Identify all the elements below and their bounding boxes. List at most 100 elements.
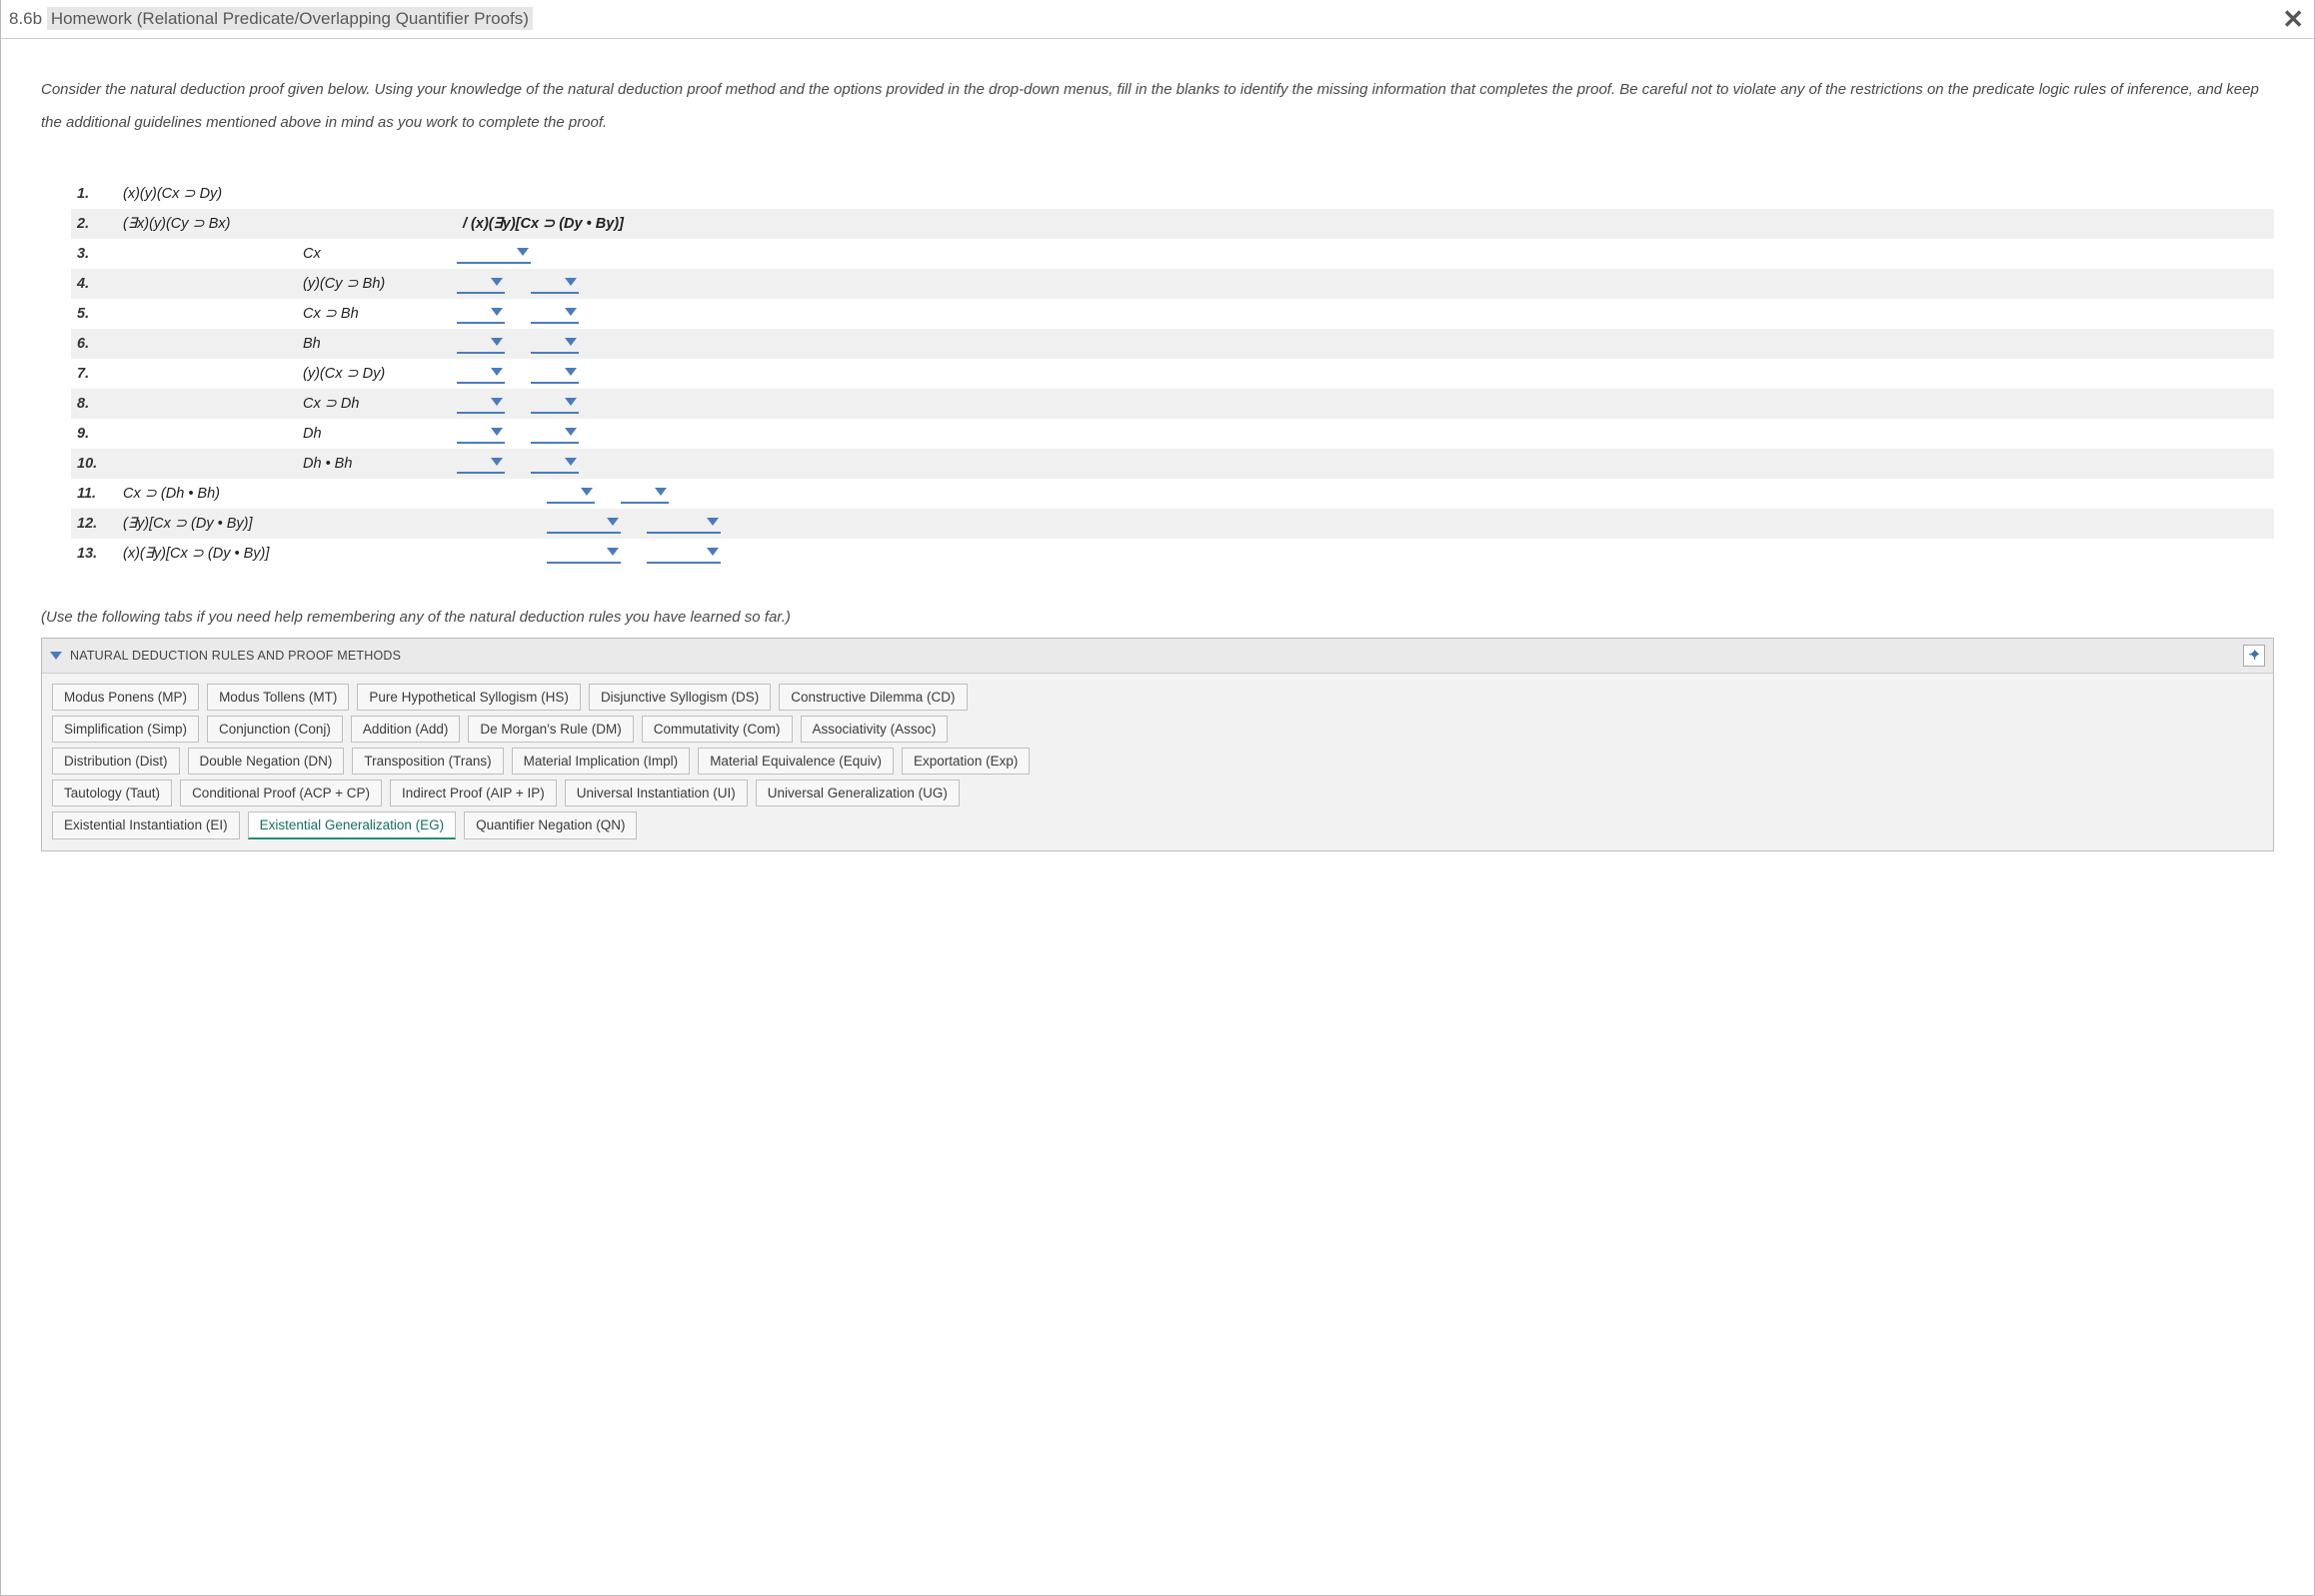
rule-tab[interactable]: Modus Ponens (MP) — [52, 684, 199, 711]
justification-dropdown[interactable] — [547, 544, 621, 564]
rule-tab[interactable]: Universal Generalization (UG) — [756, 780, 960, 806]
tab-row: Distribution (Dist) Double Negation (DN) T… — [52, 748, 2263, 780]
rule-tab[interactable]: Transposition (Trans) — [352, 748, 503, 775]
justification-dropdown[interactable] — [621, 484, 669, 504]
formula-col-b: Cx ⊃ Bh — [303, 306, 453, 322]
rule-tab[interactable]: Existential Instantiation (EI) — [52, 811, 240, 839]
rule-tab[interactable]: Simplification (Simp) — [52, 716, 199, 743]
justification-dropdown[interactable] — [457, 364, 505, 384]
formula-col-a: (∃y)[Cx ⊃ (Dy • By)] — [123, 516, 303, 532]
justification-dropdown[interactable] — [647, 514, 721, 534]
chevron-down-icon — [565, 278, 577, 286]
justification-dropdown[interactable] — [457, 334, 505, 354]
rule-tab[interactable]: Indirect Proof (AIP + IP) — [390, 780, 557, 806]
rule-tab[interactable]: Associativity (Assoc) — [801, 716, 949, 743]
justification-dropdown[interactable] — [457, 394, 505, 414]
chevron-down-icon — [491, 308, 503, 316]
rule-tab[interactable]: Constructive Dilemma (CD) — [779, 684, 967, 711]
chevron-down-icon — [607, 518, 619, 526]
proof-row: 10.Dh • Bh — [71, 449, 2274, 479]
proof-row: 12.(∃y)[Cx ⊃ (Dy • By)] — [71, 509, 2274, 539]
justification-dropdown[interactable] — [457, 304, 505, 324]
rule-tab[interactable]: Commutativity (Com) — [642, 716, 793, 743]
formula-col-b: Dh • Bh — [303, 456, 453, 472]
rule-tab[interactable]: Modus Tollens (MT) — [207, 684, 349, 711]
row-number: 3. — [77, 246, 123, 262]
pin-button[interactable] — [2243, 645, 2265, 667]
rules-panel: NATURAL DEDUCTION RULES AND PROOF METHOD… — [41, 638, 2274, 851]
chevron-down-icon — [491, 278, 503, 286]
justification-dropdown[interactable] — [531, 274, 579, 294]
rule-tab[interactable]: Existential Generalization (EG) — [248, 811, 457, 839]
rule-tab[interactable]: Conjunction (Conj) — [207, 716, 343, 743]
justification-dropdown[interactable] — [531, 394, 579, 414]
formula-col-b: Bh — [303, 336, 453, 352]
proof-row: 9.Dh — [71, 419, 2274, 449]
row-number: 5. — [77, 306, 123, 322]
rule-tab[interactable]: Tautology (Taut) — [52, 780, 172, 806]
rules-panel-header[interactable]: NATURAL DEDUCTION RULES AND PROOF METHOD… — [42, 639, 2273, 674]
proof-row: 5. Cx ⊃ Bh — [71, 299, 2274, 329]
justification-dropdown[interactable] — [531, 454, 579, 474]
formula-col-b: Cx — [303, 246, 453, 262]
formula-col-a: (∃x)(y)(Cy ⊃ Bx) — [123, 216, 303, 232]
chevron-down-icon — [491, 368, 503, 376]
formula-col-a: (x)(∃y)[Cx ⊃ (Dy • By)] — [123, 546, 303, 562]
title-prefix: 8.6b — [9, 9, 47, 28]
justification-dropdown[interactable] — [457, 424, 505, 444]
chevron-down-icon — [581, 488, 593, 496]
row-number: 9. — [77, 426, 123, 442]
chevron-down-icon — [707, 548, 719, 556]
rules-hint: (Use the following tabs if you need help… — [41, 609, 2274, 626]
rule-tab[interactable]: Material Implication (Impl) — [512, 748, 691, 775]
justification-cell — [453, 394, 601, 414]
proof-row: 2.(∃x)(y)(Cy ⊃ Bx)/ (x)(∃y)[Cx ⊃ (Dy • B… — [71, 209, 2274, 239]
justification-dropdown[interactable] — [547, 484, 595, 504]
rule-tab[interactable]: Disjunctive Syllogism (DS) — [589, 684, 771, 711]
justification-dropdown[interactable] — [457, 244, 531, 264]
justification-cell — [453, 454, 601, 474]
proof-row: 6. Bh — [71, 329, 2274, 359]
rule-tab[interactable]: Quantifier Negation (QN) — [464, 811, 637, 839]
justification-dropdown[interactable] — [531, 364, 579, 384]
rule-tab[interactable]: Conditional Proof (ACP + CP) — [180, 780, 382, 806]
tab-row: Modus Ponens (MP) Modus Tollens (MT) Pure … — [52, 684, 2263, 716]
pin-icon — [2247, 649, 2261, 663]
rule-tab[interactable]: Addition (Add) — [351, 716, 461, 743]
rule-tab[interactable]: Distribution (Dist) — [52, 748, 180, 775]
row-number: 11. — [77, 486, 123, 502]
chevron-down-icon — [491, 398, 503, 406]
chevron-down-icon — [517, 248, 529, 256]
rule-tab[interactable]: Universal Instantiation (UI) — [565, 780, 748, 806]
rule-tab[interactable]: Exportation (Exp) — [902, 748, 1030, 775]
close-icon[interactable]: ✕ — [2282, 6, 2304, 32]
justification-dropdown[interactable] — [457, 454, 505, 474]
chevron-down-icon — [565, 338, 577, 346]
rules-header-left: NATURAL DEDUCTION RULES AND PROOF METHOD… — [50, 649, 401, 663]
chevron-down-icon — [491, 458, 503, 466]
row-number: 7. — [77, 366, 123, 382]
chevron-down-icon — [565, 368, 577, 376]
justification-cell — [543, 544, 743, 564]
justification-cell — [453, 424, 601, 444]
row-number: 1. — [77, 186, 123, 202]
justification-dropdown[interactable] — [647, 544, 721, 564]
row-number: 2. — [77, 216, 123, 232]
chevron-down-icon — [565, 428, 577, 436]
justification-dropdown[interactable] — [531, 424, 579, 444]
rule-tab[interactable]: Double Negation (DN) — [188, 748, 345, 775]
row-number: 8. — [77, 396, 123, 412]
rule-tab[interactable]: Material Equivalence (Equiv) — [698, 748, 894, 775]
justification-dropdown[interactable] — [457, 274, 505, 294]
rule-tab[interactable]: De Morgan's Rule (DM) — [468, 716, 633, 743]
tab-row: Existential Instantiation (EI) Existentia… — [52, 811, 2263, 844]
chevron-down-icon — [565, 458, 577, 466]
justification-dropdown[interactable] — [547, 514, 621, 534]
chevron-down-icon — [491, 338, 503, 346]
rule-tab[interactable]: Pure Hypothetical Syllogism (HS) — [357, 684, 581, 711]
justification-dropdown[interactable] — [531, 334, 579, 354]
modal-header: 8.6b Homework (Relational Predicate/Over… — [1, 0, 2314, 39]
justification-dropdown[interactable] — [531, 304, 579, 324]
proof-table: 1.(x)(y)(Cx ⊃ Dy)2.(∃x)(y)(Cy ⊃ Bx)/ (x)… — [71, 179, 2274, 569]
row-number: 6. — [77, 336, 123, 352]
